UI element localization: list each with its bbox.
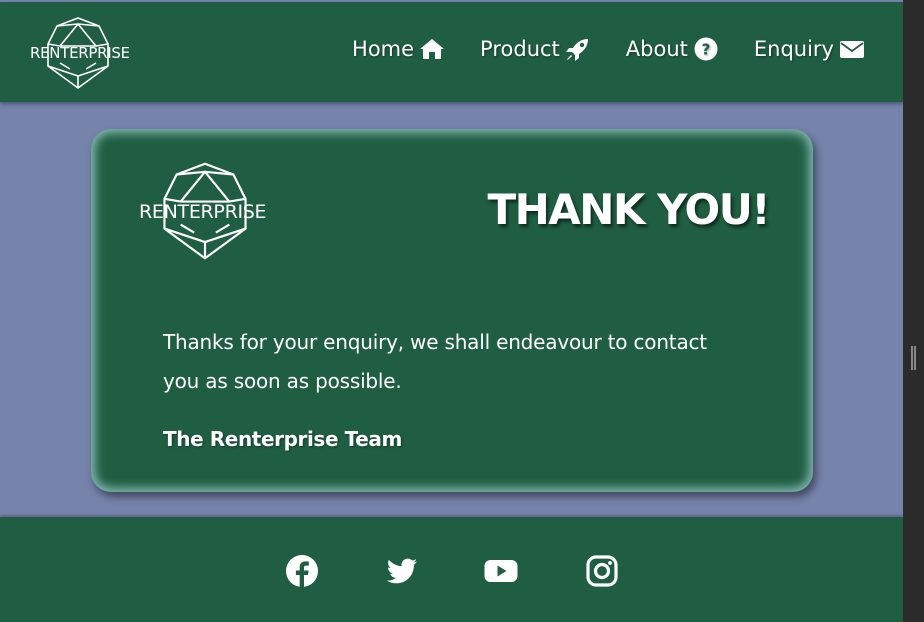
nav-item-enquiry[interactable]: Enquiry (754, 36, 865, 62)
facebook-icon[interactable] (285, 554, 319, 588)
thank-you-heading: THANK YOU! (487, 185, 770, 234)
site-header: RENTERPRISE Home Product About ? Enquiry (0, 2, 903, 102)
nav-item-label: Home (352, 37, 415, 61)
envelope-icon (840, 41, 864, 58)
nav-item-label: Product (480, 37, 560, 61)
nav-item-about[interactable]: About ? (626, 36, 719, 62)
instagram-icon[interactable] (585, 554, 619, 588)
site-footer (0, 517, 903, 622)
page-viewport: RENTERPRISE Home Product About ? Enquiry… (0, 0, 903, 622)
svg-text:?: ? (702, 41, 711, 59)
rocket-icon (565, 39, 588, 61)
scrollbar[interactable] (903, 0, 924, 622)
youtube-icon[interactable] (484, 554, 518, 588)
scrollbar-grip[interactable] (911, 346, 916, 370)
thank-you-message: Thanks for your enquiry, we shall endeav… (163, 330, 707, 393)
twitter-icon[interactable] (385, 554, 419, 588)
thank-you-card: RENTERPRISE THANK YOU! Thanks for your e… (91, 129, 813, 492)
header-logo-text: RENTERPRISE (30, 44, 130, 62)
main-nav: Home Product About ? Enquiry (317, 36, 865, 62)
nav-item-home[interactable]: Home (352, 36, 445, 62)
nav-item-label: About (625, 37, 688, 61)
card-logo: RENTERPRISE (139, 161, 271, 261)
home-icon (420, 39, 445, 59)
question-circle-icon: ? (694, 37, 718, 61)
nav-item-label: Enquiry (753, 37, 834, 61)
nav-item-product[interactable]: Product (480, 36, 591, 62)
card-logo-text: RENTERPRISE (139, 201, 267, 223)
header-logo[interactable]: RENTERPRISE (30, 16, 130, 90)
team-signature: The Renterprise Team (163, 427, 402, 451)
